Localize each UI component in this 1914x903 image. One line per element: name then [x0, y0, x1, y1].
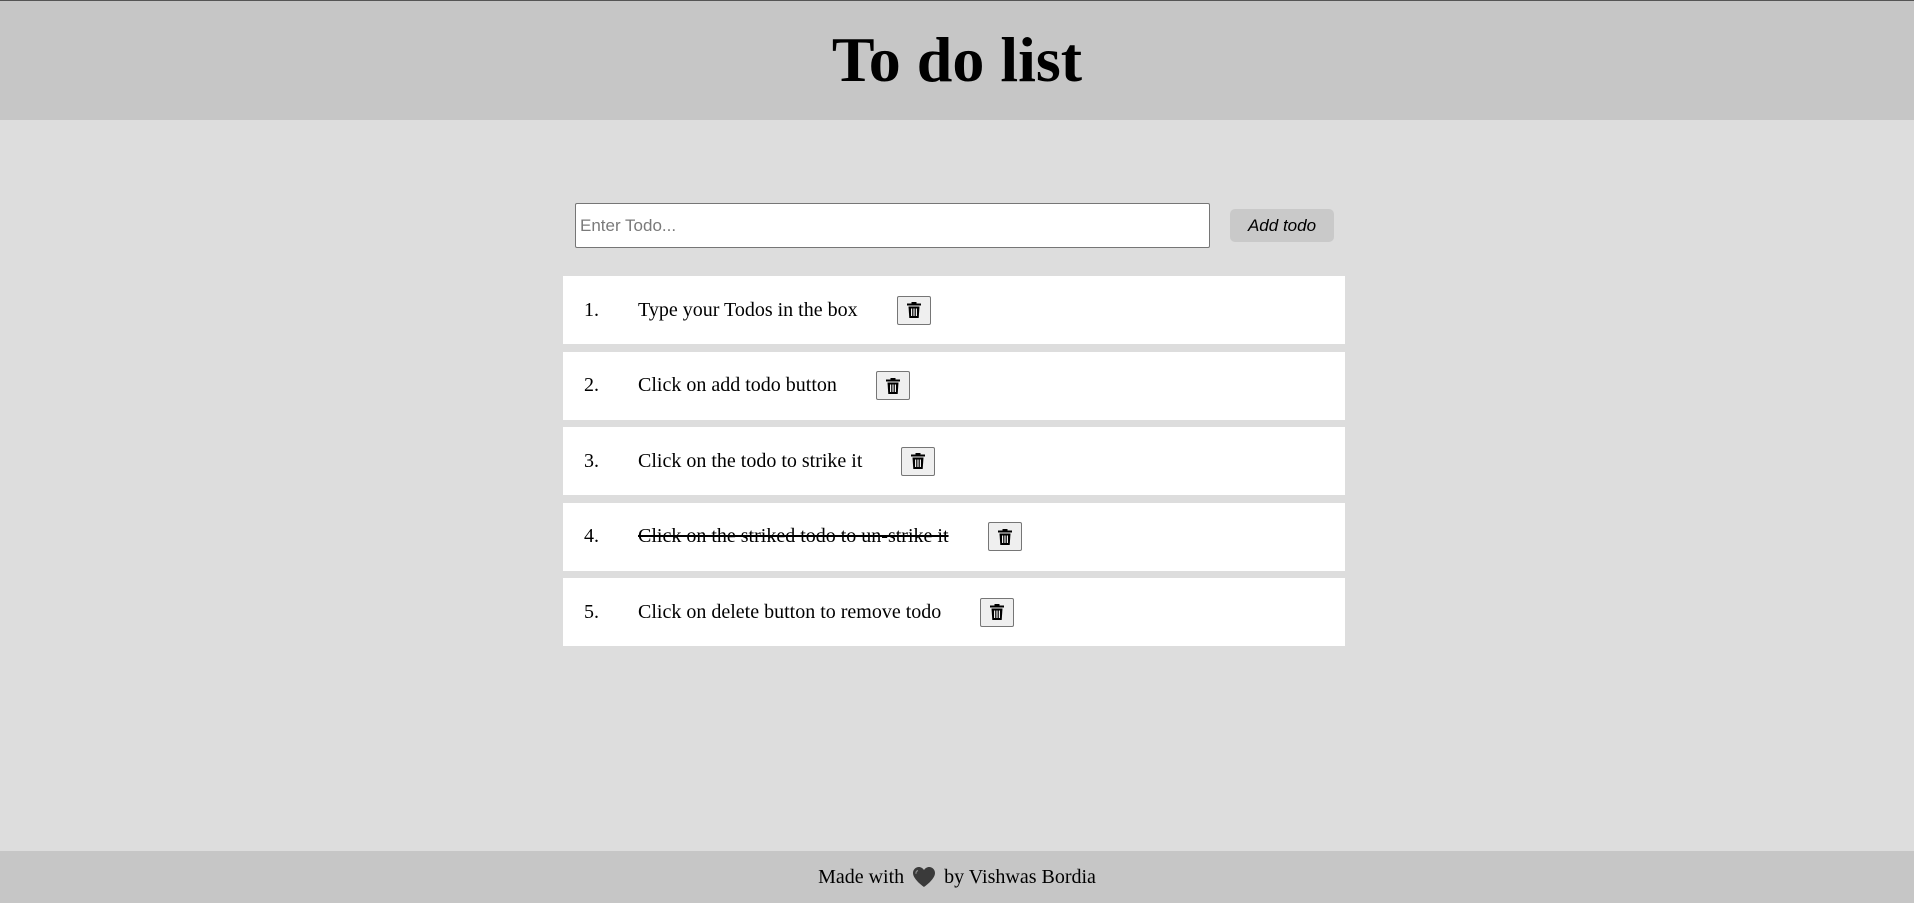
- todo-number: 1.: [584, 298, 599, 321]
- todo-list: 1. Type your Todos in the box 2. Click o…: [563, 276, 1345, 654]
- todo-number: 4.: [584, 525, 599, 547]
- footer-suffix: by Vishwas Bordia: [944, 865, 1096, 888]
- trash-icon: [911, 453, 926, 469]
- todo-input[interactable]: [575, 203, 1210, 248]
- todo-text[interactable]: Click on the todo to strike it: [638, 450, 862, 473]
- trash-icon: [906, 302, 921, 318]
- todo-text[interactable]: Type your Todos in the box: [638, 299, 858, 322]
- page: To do list Add todo 1. Type your Todos i…: [0, 0, 1914, 903]
- footer: Made with by Vishwas Bordia: [0, 851, 1914, 903]
- delete-button[interactable]: [875, 371, 910, 400]
- todo-item[interactable]: 3. Click on the todo to strike it: [563, 427, 1345, 495]
- todo-text[interactable]: Click on add todo button: [638, 374, 837, 397]
- add-todo-form: Add todo: [575, 203, 1334, 248]
- todo-text[interactable]: Click on delete button to remove todo: [638, 601, 941, 624]
- todo-item[interactable]: 2. Click on add todo button: [563, 351, 1345, 420]
- heart-icon: [912, 866, 936, 888]
- trash-icon: [885, 377, 900, 394]
- todo-item[interactable]: 4. Click on the striked todo to un-strik…: [563, 502, 1345, 571]
- trash-icon: [990, 604, 1005, 620]
- footer-prefix: Made with: [818, 865, 905, 888]
- delete-button[interactable]: [901, 446, 936, 476]
- todo-item[interactable]: 5. Click on delete button to remove todo: [563, 578, 1345, 646]
- page-title: To do list: [831, 23, 1083, 95]
- todo-item[interactable]: 1. Type your Todos in the box: [563, 276, 1345, 344]
- delete-button[interactable]: [987, 522, 1022, 551]
- trash-icon: [997, 528, 1012, 545]
- todo-number: 2.: [584, 374, 599, 396]
- todo-number: 3.: [584, 449, 599, 472]
- delete-button[interactable]: [896, 295, 931, 325]
- todo-text[interactable]: Click on the striked todo to un-strike i…: [638, 525, 949, 548]
- delete-button[interactable]: [980, 597, 1015, 627]
- add-todo-button[interactable]: Add todo: [1230, 209, 1334, 242]
- header: To do list: [0, 0, 1914, 120]
- todo-number: 5.: [584, 600, 599, 623]
